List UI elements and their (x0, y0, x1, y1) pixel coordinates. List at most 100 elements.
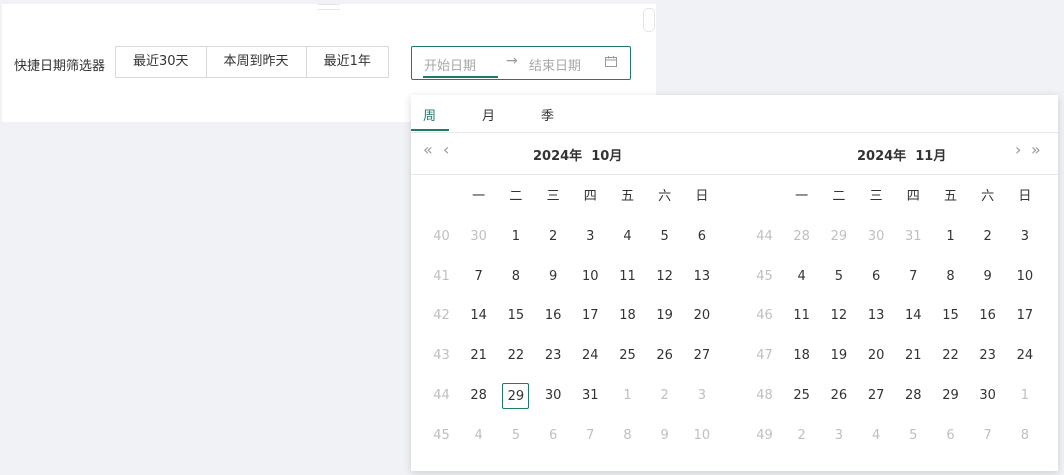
calendar-day[interactable]: 4 (863, 423, 890, 449)
quick-button-last-30-days[interactable]: 最近30天 (116, 47, 207, 77)
calendar-day[interactable]: 1 (937, 224, 964, 250)
calendar-day[interactable]: 18 (614, 303, 641, 329)
calendar-day[interactable]: 8 (1011, 423, 1038, 449)
calendar-day[interactable]: 22 (502, 343, 529, 369)
calendar-day[interactable]: 3 (1011, 224, 1038, 250)
calendar-day[interactable]: 17 (577, 303, 604, 329)
calendar-day[interactable]: 30 (465, 224, 492, 250)
calendar-day[interactable]: 25 (614, 343, 641, 369)
drag-handle-icon[interactable] (318, 4, 340, 10)
calendar-day[interactable]: 26 (651, 343, 678, 369)
left-year-label[interactable]: 2024年 (533, 149, 582, 164)
calendar-day[interactable]: 9 (540, 264, 567, 290)
calendar-day[interactable]: 15 (937, 303, 964, 329)
calendar-day[interactable]: 20 (688, 303, 715, 329)
calendar-icon[interactable] (605, 56, 617, 67)
double-right-icon[interactable]: » (1031, 142, 1041, 158)
calendar-day[interactable]: 30 (540, 383, 567, 409)
calendar-day[interactable]: 15 (502, 303, 529, 329)
calendar-day[interactable]: 17 (1011, 303, 1038, 329)
calendar-day[interactable]: 18 (788, 343, 815, 369)
calendar-day[interactable]: 6 (863, 264, 890, 290)
calendar-day[interactable]: 26 (825, 383, 852, 409)
calendar-day[interactable]: 20 (863, 343, 890, 369)
calendar-day[interactable]: 4 (788, 264, 815, 290)
calendar-day[interactable]: 6 (540, 423, 567, 449)
start-date-input[interactable]: 开始日期 (424, 55, 476, 74)
calendar-day[interactable]: 21 (900, 343, 927, 369)
calendar-day[interactable]: 31 (900, 224, 927, 250)
calendar-day[interactable]: 19 (651, 303, 678, 329)
calendar-day[interactable]: 13 (863, 303, 890, 329)
calendar-day[interactable]: 14 (465, 303, 492, 329)
calendar-day[interactable]: 10 (1011, 264, 1038, 290)
calendar-day[interactable]: 14 (900, 303, 927, 329)
calendar-day[interactable]: 30 (974, 383, 1001, 409)
calendar-day[interactable]: 22 (937, 343, 964, 369)
tab-month[interactable]: 月 (482, 105, 495, 124)
calendar-day[interactable]: 13 (688, 264, 715, 290)
calendar-day[interactable]: 1 (1011, 383, 1038, 409)
calendar-day[interactable]: 16 (540, 303, 567, 329)
quick-button-this-week-to-yesterday[interactable]: 本周到昨天 (206, 47, 307, 77)
calendar-day[interactable]: 8 (937, 264, 964, 290)
calendar-day[interactable]: 12 (825, 303, 852, 329)
calendar-day[interactable]: 23 (974, 343, 1001, 369)
calendar-day[interactable]: 9 (651, 423, 678, 449)
calendar-day[interactable]: 8 (614, 423, 641, 449)
calendar-day[interactable]: 1 (614, 383, 641, 409)
calendar-day[interactable]: 1 (502, 224, 529, 250)
right-month-label[interactable]: 11月 (915, 149, 946, 164)
calendar-day[interactable]: 31 (577, 383, 604, 409)
calendar-day[interactable]: 7 (900, 264, 927, 290)
tab-week[interactable]: 周 (423, 105, 436, 124)
calendar-day[interactable]: 27 (863, 383, 890, 409)
right-icon[interactable]: › (1015, 142, 1021, 158)
calendar-day[interactable]: 5 (651, 224, 678, 250)
calendar-day[interactable]: 10 (688, 423, 715, 449)
calendar-day[interactable]: 7 (577, 423, 604, 449)
calendar-day[interactable]: 6 (688, 224, 715, 250)
calendar-day[interactable]: 3 (577, 224, 604, 250)
calendar-day[interactable]: 28 (465, 383, 492, 409)
left-month-label[interactable]: 10月 (591, 149, 622, 164)
calendar-day[interactable]: 4 (614, 224, 641, 250)
calendar-day[interactable]: 10 (577, 264, 604, 290)
calendar-day[interactable]: 29 (825, 224, 852, 250)
scrollbar-thumb[interactable] (643, 8, 655, 32)
calendar-day[interactable]: 24 (1011, 343, 1038, 369)
calendar-day[interactable]: 7 (974, 423, 1001, 449)
calendar-day[interactable]: 3 (825, 423, 852, 449)
calendar-day[interactable]: 28 (788, 224, 815, 250)
calendar-day[interactable]: 24 (577, 343, 604, 369)
calendar-day-today[interactable]: 29 (502, 383, 530, 409)
calendar-day[interactable]: 5 (502, 423, 529, 449)
calendar-day[interactable]: 3 (688, 383, 715, 409)
calendar-day[interactable]: 19 (825, 343, 852, 369)
calendar-day[interactable]: 11 (788, 303, 815, 329)
calendar-day[interactable]: 30 (863, 224, 890, 250)
calendar-day[interactable]: 6 (937, 423, 964, 449)
calendar-day[interactable]: 12 (651, 264, 678, 290)
calendar-day[interactable]: 2 (974, 224, 1001, 250)
calendar-day[interactable]: 23 (540, 343, 567, 369)
calendar-day[interactable]: 5 (900, 423, 927, 449)
quick-button-last-1-year[interactable]: 最近1年 (306, 47, 388, 77)
double-left-icon[interactable]: « (423, 142, 433, 158)
calendar-day[interactable]: 29 (937, 383, 964, 409)
calendar-day[interactable]: 16 (974, 303, 1001, 329)
date-range-picker[interactable]: 开始日期 → 结束日期 (411, 46, 631, 80)
end-date-input[interactable]: 结束日期 (529, 55, 581, 74)
calendar-day[interactable]: 2 (788, 423, 815, 449)
calendar-day[interactable]: 2 (540, 224, 567, 250)
calendar-day[interactable]: 2 (651, 383, 678, 409)
calendar-day[interactable]: 27 (688, 343, 715, 369)
calendar-day[interactable]: 25 (788, 383, 815, 409)
left-icon[interactable]: ‹ (443, 142, 449, 158)
right-year-label[interactable]: 2024年 (857, 149, 906, 164)
tab-quarter[interactable]: 季 (541, 105, 554, 124)
calendar-day[interactable]: 11 (614, 264, 641, 290)
calendar-day[interactable]: 4 (465, 423, 492, 449)
calendar-day[interactable]: 21 (465, 343, 492, 369)
calendar-day[interactable]: 28 (900, 383, 927, 409)
